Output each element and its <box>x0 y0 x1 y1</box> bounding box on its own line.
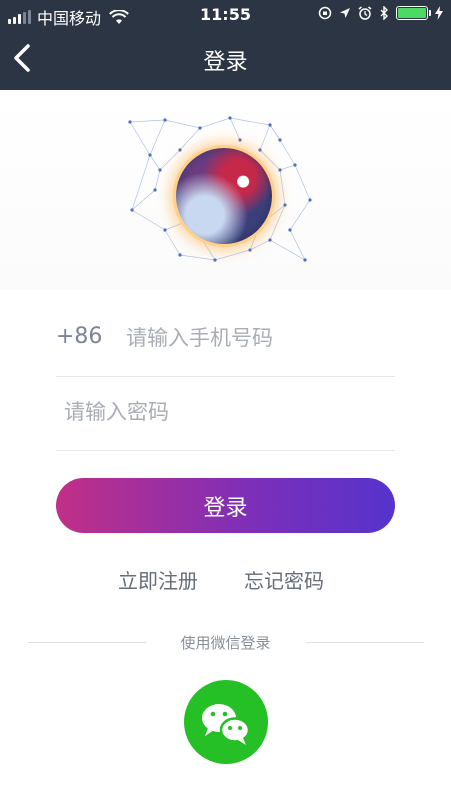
bluetooth-icon <box>380 6 388 20</box>
location-icon <box>340 8 350 18</box>
wechat-icon <box>202 704 251 745</box>
divider-line-right <box>306 642 424 643</box>
social-divider: 使用微信登录 <box>0 630 451 654</box>
status-bar: 中国移动 11:55 <box>0 0 451 30</box>
avatar[interactable] <box>176 148 272 244</box>
password-input[interactable] <box>62 394 386 430</box>
phone-field: +86 <box>56 302 395 377</box>
country-code[interactable]: +86 <box>56 324 102 349</box>
orientation-lock-icon <box>318 6 332 20</box>
phone-input[interactable] <box>124 320 388 356</box>
status-right <box>318 6 443 20</box>
password-field <box>56 376 395 451</box>
top-bar: 中国移动 11:55 登录 <box>0 0 451 90</box>
page-title: 登录 <box>203 50 248 75</box>
account-links: 立即注册 忘记密码 <box>0 565 451 595</box>
battery-icon <box>396 6 431 20</box>
forgot-password-link[interactable]: 忘记密码 <box>244 565 324 594</box>
avatar-network-graphic <box>120 110 330 270</box>
login-button[interactable]: 登录 <box>56 478 395 533</box>
alarm-icon <box>358 6 372 20</box>
wechat-login-button[interactable] <box>184 680 268 764</box>
hero-banner <box>0 90 451 290</box>
charging-icon <box>435 6 443 20</box>
register-link[interactable]: 立即注册 <box>118 565 198 594</box>
